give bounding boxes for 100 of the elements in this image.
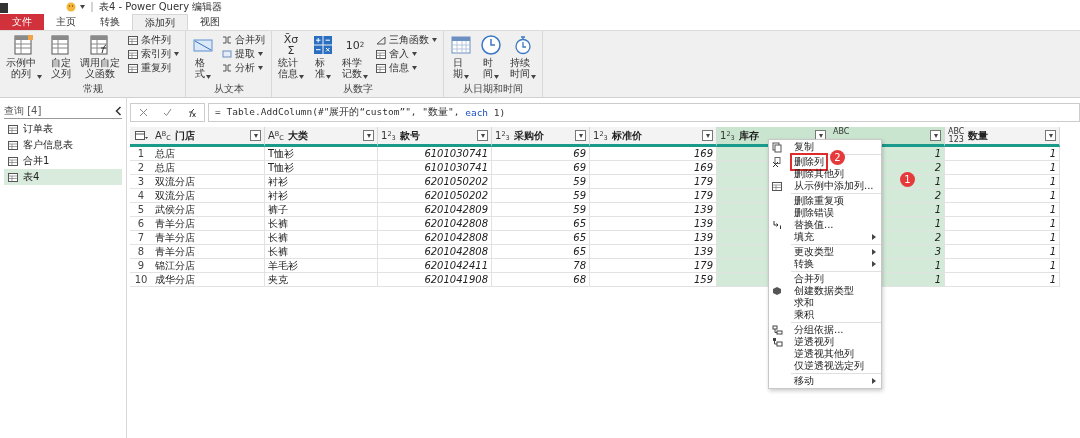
table-cell: 78 xyxy=(492,259,590,273)
replace-icon xyxy=(771,220,783,230)
table-icon xyxy=(8,172,18,182)
filter-dropdown[interactable] xyxy=(1045,130,1056,141)
table-cell: 6201042809 xyxy=(378,203,492,217)
table-cell: 双流分店 xyxy=(152,189,265,203)
column-header[interactable]: 1$^{2}$$_{3}$ 标准价 xyxy=(590,127,717,147)
filter-dropdown[interactable] xyxy=(702,130,713,141)
table-cell: 6201042808 xyxy=(378,231,492,245)
ribbon-button[interactable]: 重复列 xyxy=(126,61,181,74)
menu-item[interactable]: 创建数据类型 xyxy=(769,285,881,297)
ribbon-button[interactable]: 日期 xyxy=(448,33,474,82)
menu-item[interactable]: 仅逆透视选定列 xyxy=(769,360,881,372)
queries-title: 查询 [4] xyxy=(4,104,42,118)
filter-dropdown[interactable] xyxy=(575,130,586,141)
type-label: ABC xyxy=(833,128,850,136)
ribbon-button[interactable]: 10$^{2}$ 科学记数 xyxy=(340,33,370,82)
symbol-icon: X̄σ Σ xyxy=(283,34,299,56)
table-cell: 1 xyxy=(945,231,1060,245)
ribbon-button[interactable]: 提取 xyxy=(220,47,267,60)
ribbon-button[interactable]: 合并列 xyxy=(220,33,267,46)
triangle-icon xyxy=(376,34,386,45)
menu-item[interactable]: 复制 xyxy=(769,141,881,153)
table-icon xyxy=(128,62,138,73)
table-cell: 1 xyxy=(945,189,1060,203)
table-menu-icon[interactable] xyxy=(134,131,148,140)
calculator-icon xyxy=(312,34,334,56)
column-name: 标准价 xyxy=(611,128,643,143)
ribbon-button[interactable]: 信息 xyxy=(374,61,439,74)
text-icon xyxy=(222,48,232,59)
table-cell: 1 xyxy=(945,217,1060,231)
ribbon-button[interactable]: 时间 xyxy=(478,33,504,82)
ribbon-button[interactable]: 三角函数 xyxy=(374,33,439,46)
function-icon[interactable] xyxy=(186,107,197,118)
formula-field[interactable]: = Table.AddColumn(#"展开的“custom”", "数量", each 1) xyxy=(208,103,1080,122)
table-cell: 1 xyxy=(945,245,1060,259)
app-icon xyxy=(0,1,8,13)
ribbon-button[interactable]: 标准 xyxy=(310,33,336,82)
table-cell: 6201050202 xyxy=(378,189,492,203)
table-cell: 1 xyxy=(945,273,1060,287)
ribbon-button[interactable]: 条件列 xyxy=(126,33,181,46)
table-cell: 武侯分店 xyxy=(152,203,265,217)
table-corner[interactable] xyxy=(130,127,152,147)
menu-item[interactable]: 从示例中添加列... xyxy=(769,180,881,192)
filter-dropdown[interactable] xyxy=(477,130,488,141)
menu-item[interactable]: 乘积 xyxy=(769,309,881,321)
filter-dropdown[interactable] xyxy=(363,130,374,141)
menu-item[interactable]: 求和 xyxy=(769,297,881,309)
table-cell: 139 xyxy=(590,217,717,231)
ribbon-button[interactable]: 格式 xyxy=(190,33,216,82)
table-cell: 59 xyxy=(492,175,590,189)
ribbon-button[interactable]: 调用自定义函数 xyxy=(78,33,122,82)
table-cell: 6101030741 xyxy=(378,161,492,175)
window-title: 表4 - Power Query 编辑器 xyxy=(99,0,223,14)
query-item[interactable]: 客户信息表 xyxy=(4,137,122,153)
delete-column-icon xyxy=(772,156,782,168)
query-item[interactable]: 表4 xyxy=(4,169,122,185)
dropdown-caret-icon[interactable] xyxy=(80,5,85,9)
table-cell: 长裤 xyxy=(265,217,378,231)
query-item[interactable]: 订单表 xyxy=(4,121,122,137)
group-icon xyxy=(771,325,783,335)
table-icon xyxy=(376,48,386,59)
menu-item[interactable]: 分组依据... xyxy=(769,324,881,336)
table-cell: 6101030741 xyxy=(378,147,492,161)
table-cell: 衬衫 xyxy=(265,175,378,189)
table-cell: 6201042808 xyxy=(378,217,492,231)
column-header[interactable]: A$^{B}$$_{C}$ 门店 xyxy=(152,127,265,147)
ribbon-button[interactable]: 示例中的列 xyxy=(4,33,44,82)
query-item[interactable]: 合并1 xyxy=(4,153,122,169)
stopwatch-icon xyxy=(512,34,534,56)
column-header[interactable]: 1$^{2}$$_{3}$ 款号 xyxy=(378,127,492,147)
cancel-icon[interactable] xyxy=(138,108,148,117)
ribbon-button[interactable]: 索引列 xyxy=(126,47,181,60)
check-icon[interactable] xyxy=(162,108,172,117)
ribbon-button[interactable]: 持续时间 xyxy=(508,33,538,82)
menu-item[interactable]: 逆透视列 xyxy=(769,336,881,348)
ribbon-button[interactable]: 舍入 xyxy=(374,47,439,60)
ribbon-button[interactable]: 自定义列 xyxy=(48,33,74,82)
filter-dropdown[interactable] xyxy=(250,130,261,141)
merge-icon xyxy=(222,62,232,73)
group-label: 常规 xyxy=(82,82,103,96)
column-header[interactable]: A$^{B}$$_{C}$ 大类 xyxy=(265,127,378,147)
menu-item[interactable]: 逆透视其他列 xyxy=(769,348,881,360)
table-icon xyxy=(8,156,18,166)
column-header[interactable]: 1$^{2}$$_{3}$ 采购价 xyxy=(492,127,590,147)
ribbon-tab[interactable]: 添加列 xyxy=(132,14,188,30)
table-icon xyxy=(128,34,138,45)
menu-item[interactable]: 移动 xyxy=(769,375,881,387)
table-cell: 169 xyxy=(590,161,717,175)
unpivot-icon xyxy=(771,337,783,347)
ribbon-button[interactable]: X̄σ Σ 统计信息 xyxy=(276,33,306,82)
file-tab[interactable]: 文件 xyxy=(0,14,44,30)
table-cell: 139 xyxy=(590,203,717,217)
filter-dropdown[interactable] xyxy=(930,130,941,141)
ribbon-button[interactable]: 分析 xyxy=(220,61,267,74)
calendar-icon xyxy=(450,34,472,56)
collapse-icon[interactable] xyxy=(115,106,122,116)
column-name: 大类 xyxy=(287,128,309,143)
table-cell: 裤子 xyxy=(265,203,378,217)
table-cell: 1 xyxy=(945,161,1060,175)
